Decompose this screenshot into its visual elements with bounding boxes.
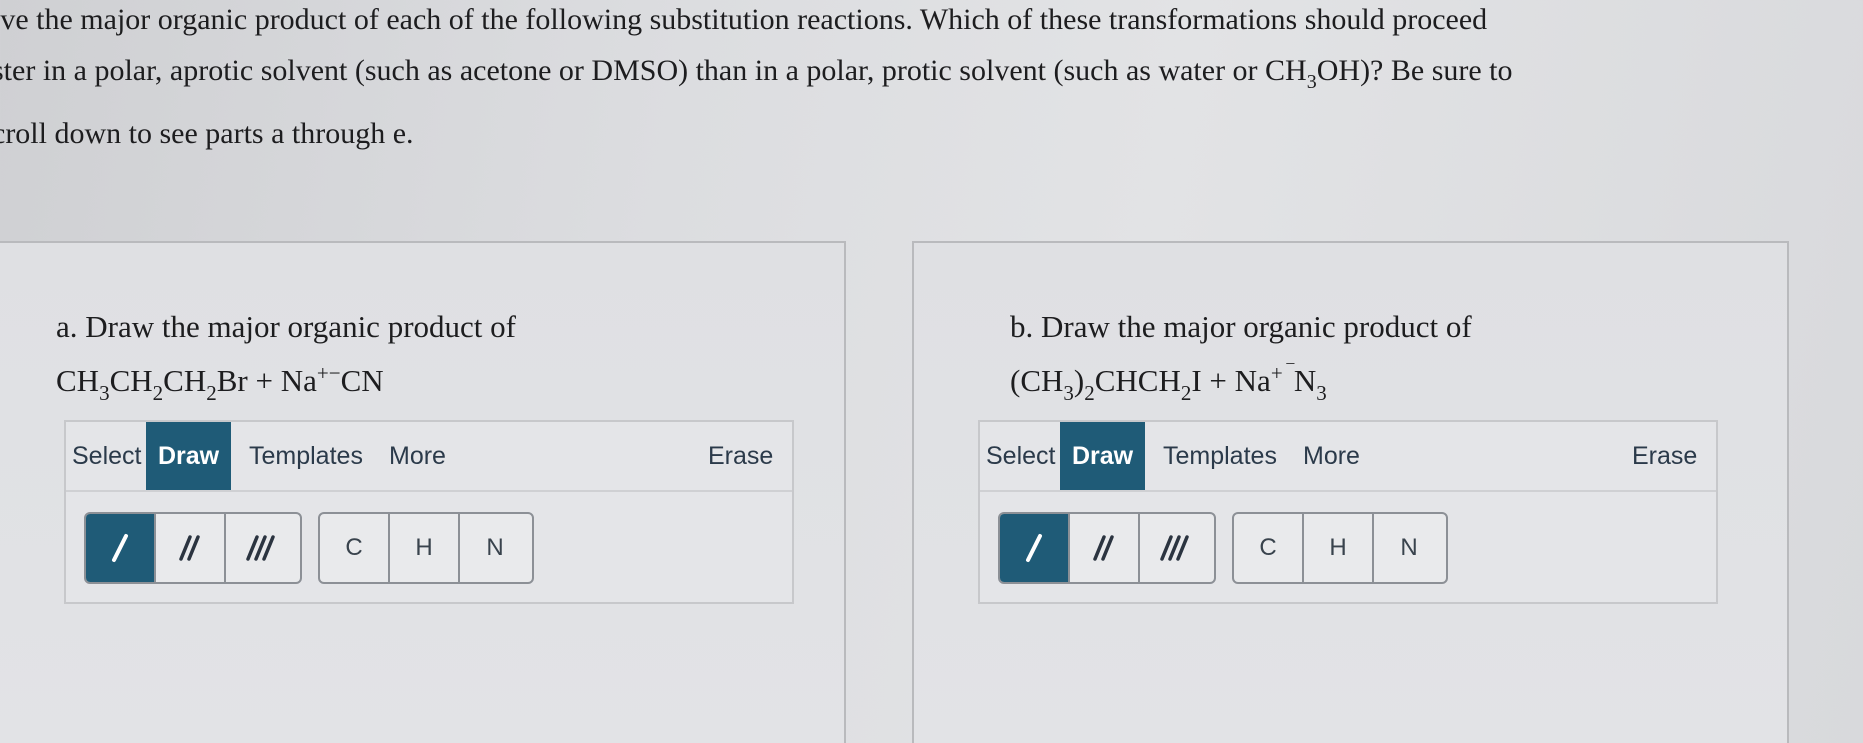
formula-b-text-2: CHCH — [1094, 363, 1181, 398]
formula-b-superscript-4: + ‾ — [1270, 361, 1294, 385]
part-a-title: a. Draw the major organic product of — [56, 309, 516, 344]
formula-a-superscript-4: +− — [316, 361, 341, 385]
carbon-atom-button[interactable]: C — [1234, 514, 1304, 582]
editor-toolbar: Select Draw Templates More Erase — [980, 422, 1716, 492]
nitrogen-atom-button[interactable]: N — [460, 514, 530, 582]
single-bond-icon[interactable] — [1000, 514, 1070, 582]
part-b-structure-editor[interactable]: Select Draw Templates More Erase C H N — [978, 420, 1718, 604]
formula-b-text-5: N — [1293, 363, 1317, 398]
draw-tools: C H N — [980, 492, 1716, 600]
formula-a-subscript-1: 2 — [152, 381, 164, 405]
part-a-structure-editor[interactable]: Select Draw Templates More Erase C H N — [64, 420, 794, 604]
single-bond-icon[interactable] — [86, 514, 156, 582]
prompt-line-3: croll down to see parts a through e. — [0, 117, 414, 150]
templates-tab[interactable]: Templates — [1163, 422, 1277, 490]
hydrogen-atom-button[interactable]: H — [390, 514, 460, 582]
draw-tools: C H N — [66, 492, 792, 600]
part-a-formula: CH3CH2CH2Br + Na+−CN — [56, 361, 384, 406]
erase-button[interactable]: Erase — [708, 422, 773, 490]
part-b-formula: (CH3)2CHCH2I + Na+ ‾N3 — [1010, 361, 1327, 406]
bond-tools — [84, 512, 302, 584]
prompt-line-2: ster in a polar, aprotic solvent (such a… — [0, 45, 1852, 108]
formula-a-text-0: CH — [56, 363, 100, 398]
formula-b-subscript-5: 3 — [1316, 381, 1327, 405]
draw-tab[interactable]: Draw — [146, 422, 232, 490]
part-a-panel: a. Draw the major organic product of CH3… — [0, 241, 846, 743]
double-bond-icon[interactable] — [156, 514, 226, 582]
atom-tools: C H N — [1232, 512, 1448, 584]
more-tab[interactable]: More — [1303, 422, 1360, 490]
hydrogen-atom-button[interactable]: H — [1304, 514, 1374, 582]
formula-b-subscript-1: 2 — [1084, 381, 1095, 405]
draw-tab[interactable]: Draw — [1060, 422, 1146, 490]
triple-bond-icon[interactable] — [226, 514, 296, 582]
double-bond-icon[interactable] — [1070, 514, 1140, 582]
formula-b-text-1: ) — [1073, 363, 1085, 398]
formula-a-text-2: CH — [163, 363, 207, 398]
prompt-line-2-text: ster in a polar, aprotic solvent (such a… — [0, 54, 1307, 87]
formula-a-subscript-0: 3 — [99, 381, 110, 405]
prompt-line-1: ive the major organic product of each of… — [0, 3, 1488, 36]
templates-tab[interactable]: Templates — [249, 422, 363, 490]
select-tab[interactable]: Select — [986, 422, 1055, 490]
formula-b-subscript-2: 2 — [1180, 381, 1192, 405]
prompt-subscript: 3 — [1306, 71, 1317, 93]
select-tab[interactable]: Select — [72, 422, 141, 490]
formula-b-subscript-0: 3 — [1063, 381, 1074, 405]
editor-toolbar: Select Draw Templates More Erase — [66, 422, 792, 492]
carbon-atom-button[interactable]: C — [320, 514, 390, 582]
atom-tools: C H N — [318, 512, 534, 584]
formula-a-text-5: CN — [340, 363, 384, 398]
question-prompt: ive the major organic product of each of… — [0, 0, 1852, 159]
more-tab[interactable]: More — [389, 422, 446, 490]
bond-tools — [998, 512, 1216, 584]
prompt-line-2-tail: OH)? Be sure to — [1316, 54, 1513, 87]
erase-button[interactable]: Erase — [1632, 422, 1697, 490]
formula-a-subscript-2: 2 — [206, 381, 217, 405]
formula-b-text-3: I + Na — [1191, 363, 1271, 398]
formula-b-text-0: (CH — [1010, 363, 1064, 398]
nitrogen-atom-button[interactable]: N — [1374, 514, 1444, 582]
formula-a-text-1: CH — [109, 363, 153, 398]
formula-a-text-3: Br + Na — [216, 363, 317, 398]
triple-bond-icon[interactable] — [1140, 514, 1210, 582]
part-b-panel: b. Draw the major organic product of (CH… — [912, 241, 1789, 743]
part-b-title: b. Draw the major organic product of — [1010, 309, 1472, 344]
